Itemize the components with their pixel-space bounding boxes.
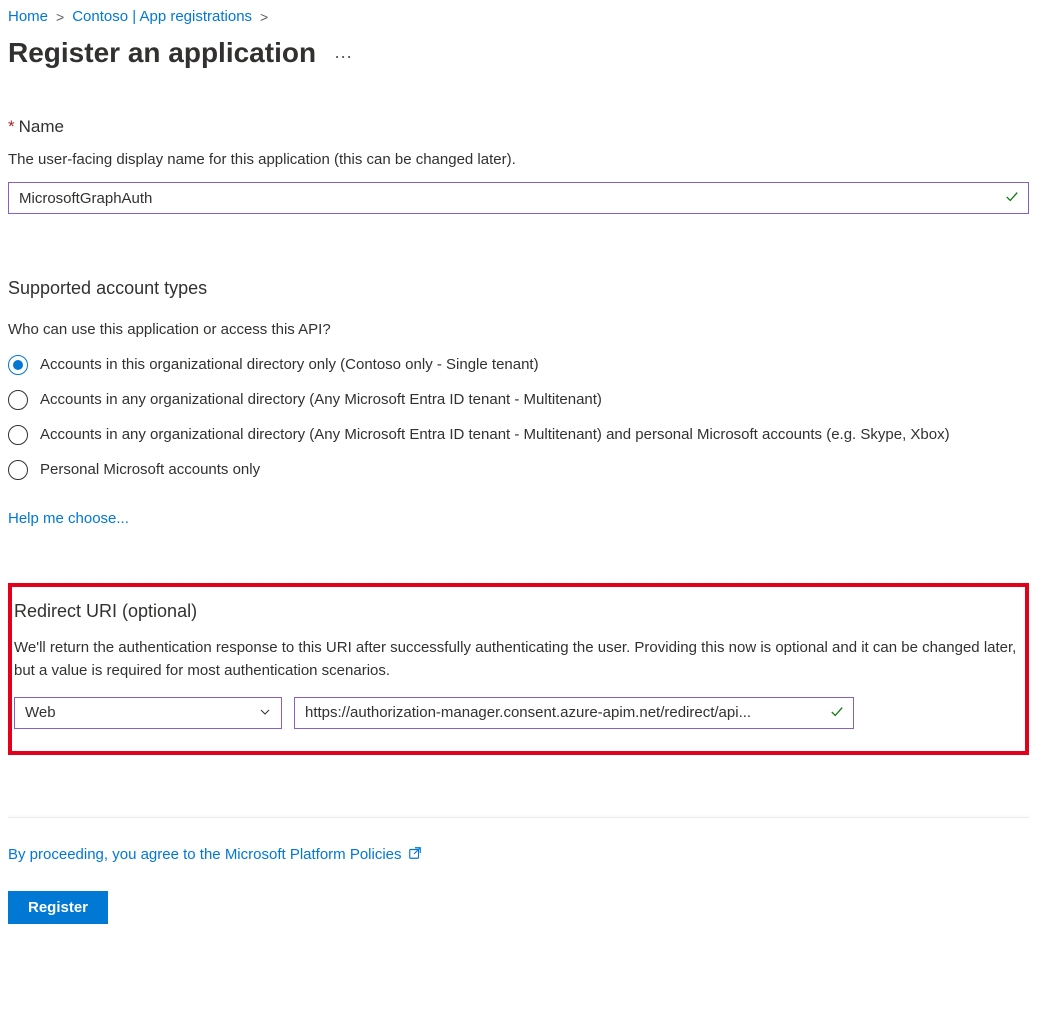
radio-label: Accounts in any organizational directory…: [40, 389, 602, 410]
name-description: The user-facing display name for this ap…: [8, 151, 1029, 168]
platform-select[interactable]: Web: [14, 697, 282, 729]
radio-label: Accounts in this organizational director…: [40, 354, 539, 375]
divider: [8, 817, 1029, 818]
policy-text[interactable]: By proceeding, you agree to the Microsof…: [8, 846, 402, 863]
register-button[interactable]: Register: [8, 891, 108, 924]
policy-prefix: By proceeding, you agree to the: [8, 846, 225, 863]
radio-label: Personal Microsoft accounts only: [40, 459, 260, 480]
account-types-section: Supported account types Who can use this…: [8, 278, 1029, 527]
redirect-uri-heading: Redirect URI (optional): [14, 601, 1023, 622]
breadcrumb-contoso-app-registrations[interactable]: Contoso | App registrations: [72, 8, 252, 25]
radio-icon: [8, 460, 28, 480]
breadcrumb-home[interactable]: Home: [8, 8, 48, 25]
radio-icon: [8, 355, 28, 375]
name-label-text: Name: [19, 117, 64, 136]
breadcrumb: Home > Contoso | App registrations >: [8, 8, 1029, 25]
radio-icon: [8, 390, 28, 410]
required-indicator: *: [8, 117, 15, 136]
radio-icon: [8, 425, 28, 445]
account-types-subquestion: Who can use this application or access t…: [8, 321, 1029, 338]
name-label: *Name: [8, 117, 1029, 137]
external-link-icon[interactable]: [408, 846, 422, 863]
account-types-heading: Supported account types: [8, 278, 1029, 299]
radio-multitenant[interactable]: Accounts in any organizational directory…: [8, 389, 1029, 410]
account-types-radio-group: Accounts in this organizational director…: [8, 354, 1029, 480]
platform-select-value: Web: [25, 704, 56, 721]
more-actions-icon[interactable]: ⋯: [334, 48, 354, 66]
chevron-right-icon: >: [260, 9, 268, 25]
help-me-choose-link[interactable]: Help me choose...: [8, 510, 129, 527]
radio-personal-only[interactable]: Personal Microsoft accounts only: [8, 459, 1029, 480]
policy-link[interactable]: Microsoft Platform Policies: [225, 846, 402, 863]
radio-single-tenant[interactable]: Accounts in this organizational director…: [8, 354, 1029, 375]
redirect-uri-description: We'll return the authentication response…: [14, 636, 1023, 683]
radio-multitenant-personal[interactable]: Accounts in any organizational directory…: [8, 424, 1029, 445]
app-name-input[interactable]: [8, 182, 1029, 214]
page-title: Register an application: [8, 37, 316, 69]
chevron-down-icon: [259, 705, 271, 721]
page-header: Register an application ⋯: [8, 37, 1029, 69]
policy-notice: By proceeding, you agree to the Microsof…: [8, 846, 1029, 863]
chevron-right-icon: >: [56, 9, 64, 25]
redirect-uri-input[interactable]: [294, 697, 854, 729]
redirect-uri-section: Redirect URI (optional) We'll return the…: [8, 583, 1029, 755]
radio-label: Accounts in any organizational directory…: [40, 424, 950, 445]
name-section: *Name The user-facing display name for t…: [8, 117, 1029, 214]
